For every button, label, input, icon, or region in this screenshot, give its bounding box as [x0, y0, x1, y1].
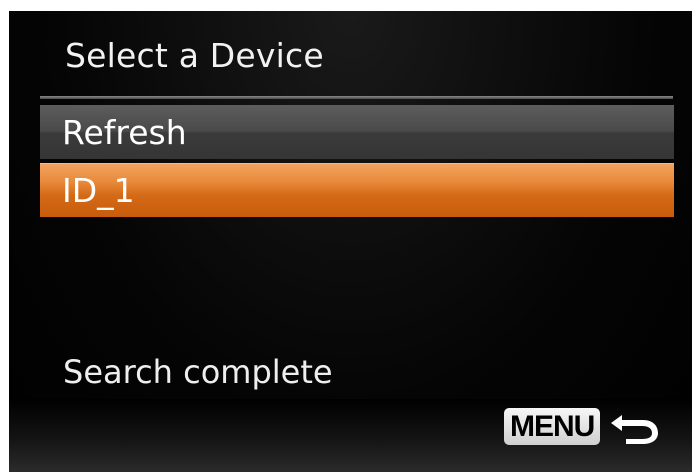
- list-item-device-id-1[interactable]: ID_1: [40, 163, 674, 217]
- device-list: Refresh ID_1: [40, 105, 674, 221]
- list-item-refresh[interactable]: Refresh: [40, 105, 674, 159]
- return-arrow-icon: [611, 414, 659, 444]
- screen-title: Select a Device: [65, 36, 324, 75]
- list-item-label: ID_1: [62, 170, 135, 210]
- title-divider: [40, 96, 673, 99]
- status-message: Search complete: [63, 353, 333, 391]
- list-item-label: Refresh: [62, 112, 187, 152]
- menu-key-label: MENU: [504, 408, 601, 445]
- menu-back-button[interactable]: MENU: [504, 408, 660, 445]
- camera-screen: Select a Device Refresh ID_1 Search comp…: [9, 11, 692, 472]
